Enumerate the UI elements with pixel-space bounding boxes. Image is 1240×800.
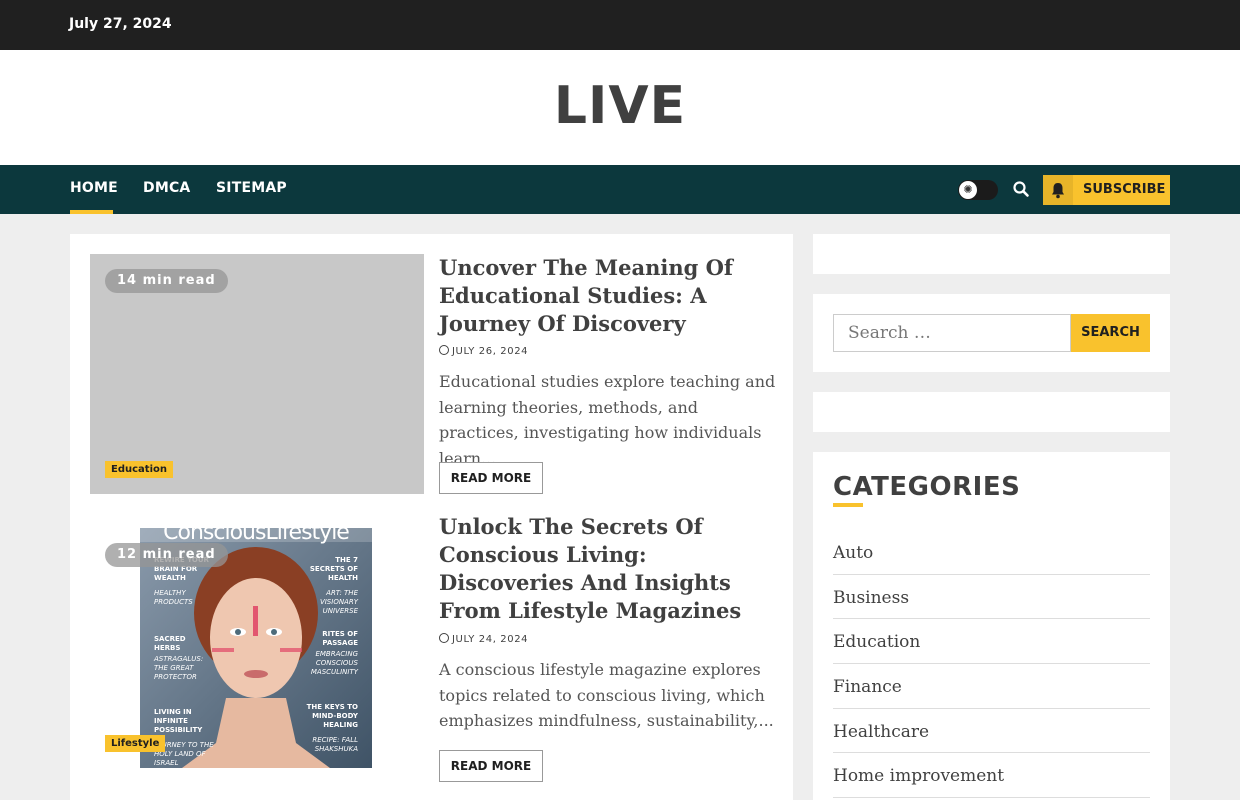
category-link-finance[interactable]: Finance <box>833 664 1150 709</box>
category-tag[interactable]: Education <box>105 461 173 478</box>
sun-icon: ✺ <box>959 181 977 199</box>
sidebar-widget-empty <box>813 392 1170 432</box>
category-link-education[interactable]: Education <box>833 619 1150 665</box>
current-date: July 27, 2024 <box>69 16 172 32</box>
read-more-button[interactable]: READ MORE <box>439 750 543 782</box>
nav-sitemap[interactable]: SITEMAP <box>216 180 287 196</box>
category-link-business[interactable]: Business <box>833 575 1150 620</box>
post-date: JULY 26, 2024 <box>439 345 528 357</box>
category-link-home-improvement[interactable]: Home improvement <box>833 753 1150 799</box>
post-excerpt: Educational studies explore teaching and… <box>439 372 776 468</box>
search-button[interactable]: SEARCH <box>1071 314 1150 352</box>
nav-active-indicator <box>70 210 113 214</box>
clock-icon <box>439 345 449 355</box>
post-date-text: JULY 24, 2024 <box>452 634 529 645</box>
search-input[interactable]: Search … <box>833 314 1071 352</box>
post-title[interactable]: Unlock The Secrets Of Conscious Living: … <box>439 513 779 625</box>
site-logo[interactable]: LIVE <box>0 76 1240 136</box>
read-more-button[interactable]: READ MORE <box>439 462 543 494</box>
post-excerpt: A conscious lifestyle magazine explores … <box>439 660 774 730</box>
read-time-badge: 14 min read <box>105 269 228 293</box>
category-tag[interactable]: Lifestyle <box>105 735 166 752</box>
theme-toggle[interactable]: ✺ <box>958 180 998 200</box>
post-date: JULY 24, 2024 <box>439 633 528 645</box>
categories-list: Auto Business Education Finance Healthca… <box>833 530 1150 799</box>
post-date-text: JULY 26, 2024 <box>452 346 529 357</box>
subscribe-label: SUBSCRIBE <box>1083 182 1166 197</box>
categories-title: CATEGORIES <box>833 472 1021 502</box>
subscribe-button[interactable]: SUBSCRIBE <box>1043 175 1170 205</box>
nav-home[interactable]: HOME <box>70 180 118 196</box>
top-bar: July 27, 2024 <box>0 0 1240 50</box>
sidebar-widget-empty <box>813 234 1170 274</box>
bell-icon <box>1043 175 1073 205</box>
categories-title-underline <box>833 503 863 507</box>
category-link-auto[interactable]: Auto <box>833 530 1150 575</box>
read-time-badge: 12 min read <box>105 543 228 567</box>
masthead: LIVE <box>0 50 1240 165</box>
category-link-healthcare[interactable]: Healthcare <box>833 709 1150 754</box>
post-title[interactable]: Uncover The Meaning Of Educational Studi… <box>439 254 779 338</box>
cover-right-text: THE 7 SECRETS OF HEALTH ART: THE VISIONA… <box>306 556 358 753</box>
clock-icon <box>439 633 449 643</box>
search-icon[interactable] <box>1012 180 1030 198</box>
nav-dmca[interactable]: DMCA <box>143 180 190 196</box>
